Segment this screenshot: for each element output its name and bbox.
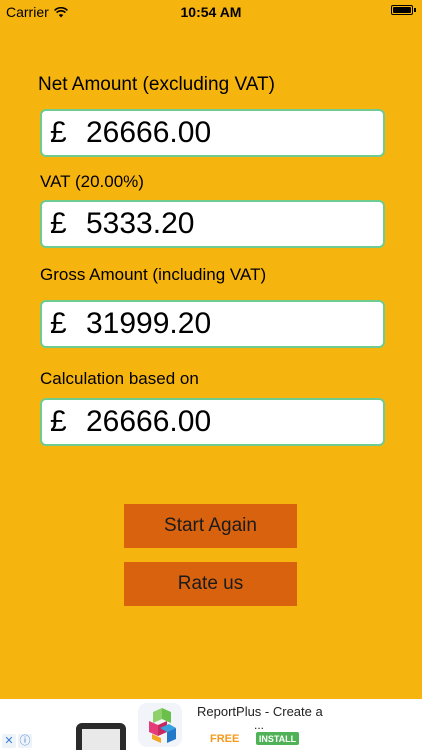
rate-us-button[interactable]: Rate us bbox=[124, 562, 297, 606]
ad-install-button[interactable]: INSTALL bbox=[256, 732, 299, 745]
net-amount-label: Net Amount (excluding VAT) bbox=[38, 74, 275, 95]
vat-value: 5333.20 bbox=[86, 207, 195, 240]
net-amount-field[interactable]: £ 26666.00 bbox=[40, 109, 385, 157]
reportplus-logo-icon bbox=[138, 703, 182, 747]
ad-title-ellipsis: ... bbox=[254, 718, 265, 732]
ad-title: ReportPlus - Create a bbox=[197, 704, 323, 719]
gross-amount-field[interactable]: £ 31999.20 bbox=[40, 300, 385, 348]
status-time: 10:54 AM bbox=[180, 4, 242, 20]
calculation-basis-field[interactable]: £ 26666.00 bbox=[40, 398, 385, 446]
gross-amount-value: 31999.20 bbox=[86, 307, 212, 340]
calculation-basis-value: 26666.00 bbox=[86, 405, 212, 438]
gross-currency-symbol: £ bbox=[50, 307, 67, 340]
ad-info-icon[interactable]: ⓘ bbox=[18, 734, 32, 748]
battery-icon bbox=[391, 5, 416, 15]
ad-price: FREE bbox=[210, 733, 240, 745]
vat-field[interactable]: £ 5333.20 bbox=[40, 200, 385, 248]
calculation-basis-label: Calculation based on bbox=[40, 369, 199, 388]
ad-badges: ✕ ⓘ bbox=[2, 734, 32, 748]
basis-currency-symbol: £ bbox=[50, 405, 67, 438]
ad-close-icon[interactable]: ✕ bbox=[2, 734, 16, 748]
ad-banner[interactable]: ✕ ⓘ ReportPlus - Create a ... FREE INSTA… bbox=[0, 699, 422, 750]
gross-amount-label: Gross Amount (including VAT) bbox=[40, 265, 267, 284]
status-bar: Carrier 10:54 AM bbox=[0, 0, 422, 24]
ad-phone-image bbox=[76, 723, 126, 750]
vat-label: VAT (20.00%) bbox=[40, 172, 144, 191]
start-again-button[interactable]: Start Again bbox=[124, 504, 297, 548]
net-amount-value: 26666.00 bbox=[86, 116, 212, 149]
vat-currency-symbol: £ bbox=[50, 207, 67, 240]
net-currency-symbol: £ bbox=[50, 116, 67, 149]
